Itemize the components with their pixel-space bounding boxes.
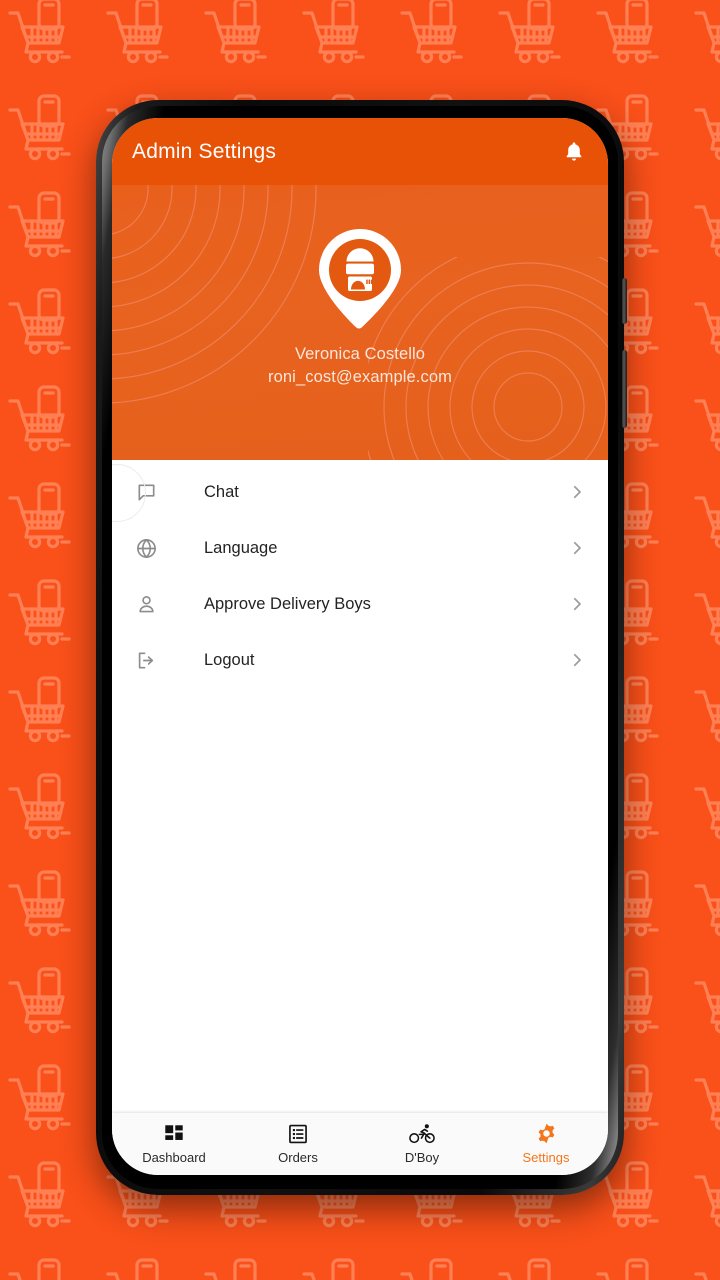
phone-device-frame: Admin Settings Veronica Costello roni_co… [96,100,627,1195]
nav-item-label: Dashboard [142,1149,206,1165]
menu-item-language[interactable]: Language [112,520,608,576]
bicycle-icon [409,1122,435,1146]
menu-item-label: Language [204,538,278,557]
nav-item-label: Settings [522,1149,570,1165]
grid-dashboard-icon [163,1122,185,1146]
nav-item-label: D'Boy [404,1149,440,1165]
bell-icon[interactable] [562,139,586,165]
chevron-right-icon [568,595,586,613]
nav-item-dboy[interactable]: D'Boy [360,1122,484,1165]
nav-item-label: Orders [278,1149,318,1165]
list-orders-icon [287,1122,309,1146]
chevron-right-icon [568,651,586,669]
menu-item-chat[interactable]: Chat [112,464,608,520]
menu-item-label: Chat [204,482,239,501]
chat-bubble-icon [130,481,162,504]
menu-item-approve-delivery-boys[interactable]: Approve Delivery Boys [112,576,608,632]
profile-name: Veronica Costello [294,345,426,363]
menu-item-logout[interactable]: Logout [112,632,608,688]
avatar[interactable] [308,225,412,329]
nav-item-dashboard[interactable]: Dashboard [112,1122,236,1165]
page-title: Admin Settings [132,139,277,163]
phone-bezel: Admin Settings Veronica Costello roni_co… [102,106,618,1189]
bottom-navigation-bar: Dashboard Orders D'Boy Settings [112,1113,608,1175]
phone-power-button[interactable] [622,350,627,428]
menu-item-label: Approve Delivery Boys [204,594,371,613]
nav-item-orders[interactable]: Orders [236,1122,360,1165]
person-icon [130,593,162,616]
logout-icon [130,649,162,672]
app-bar: Admin Settings [112,118,608,185]
globe-icon [130,537,162,560]
phone-screen: Admin Settings Veronica Costello roni_co… [112,118,608,1175]
chevron-right-icon [568,483,586,501]
settings-menu-list: Chat Language Approve Delivery Boys Logo… [112,460,608,1113]
profile-header: Veronica Costello roni_cost@example.com [112,185,608,460]
menu-item-label: Logout [204,650,255,669]
nav-item-settings[interactable]: Settings [484,1122,608,1165]
phone-volume-button[interactable] [622,278,627,324]
profile-email: roni_cost@example.com [268,368,452,386]
gear-icon [535,1122,558,1146]
chevron-right-icon [568,539,586,557]
